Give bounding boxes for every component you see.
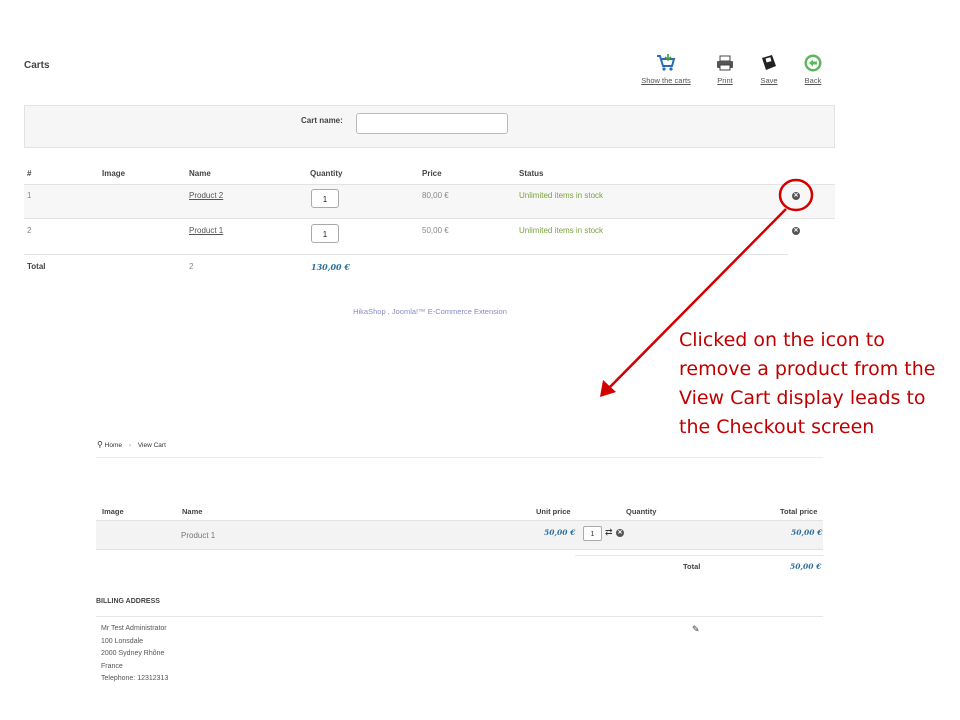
address-line: 2000 Sydney Rhône: [101, 650, 165, 657]
annotation-text: Clicked on the icon to remove a product …: [679, 329, 936, 438]
col-header-image: Image: [102, 507, 124, 516]
quantity-input[interactable]: 1: [583, 526, 602, 541]
address-line: 100 Lonsdale: [101, 637, 144, 645]
col-header-unit-price: Unit price: [536, 507, 571, 516]
remove-icon[interactable]: ✕: [616, 529, 624, 537]
edit-pencil-icon[interactable]: ✎: [692, 624, 700, 635]
breadcrumb-home[interactable]: Home: [105, 442, 122, 449]
billing-address: Mr Test Administrator 100 Lonsdale 2000 …: [101, 623, 168, 686]
address-line: Mr Test Administrator: [101, 625, 167, 632]
row-total: 50,00 €: [791, 528, 823, 537]
breadcrumb-separator: ›: [128, 442, 131, 449]
col-header-name: Name: [182, 507, 203, 516]
address-line: France: [101, 662, 123, 670]
map-pin-icon: ⚲: [97, 440, 103, 449]
breadcrumb: ⚲ Home › View Cart: [97, 440, 166, 449]
total-value: 50,00 €: [790, 562, 822, 571]
product-name: Product 1: [181, 531, 216, 540]
refresh-icon[interactable]: ⇄: [605, 527, 613, 538]
col-header-total-price: Total price: [780, 507, 818, 516]
billing-address-title: BILLING ADDRESS: [96, 598, 160, 605]
unit-price: 50,00 €: [544, 528, 576, 537]
breadcrumb-current: View Cart: [137, 442, 166, 449]
divider: [575, 555, 823, 556]
total-label: Total: [683, 562, 701, 571]
divider: [96, 616, 823, 617]
col-header-quantity: Quantity: [626, 507, 657, 516]
address-line: Telephone: 12312313: [101, 675, 169, 682]
divider: [96, 457, 823, 458]
